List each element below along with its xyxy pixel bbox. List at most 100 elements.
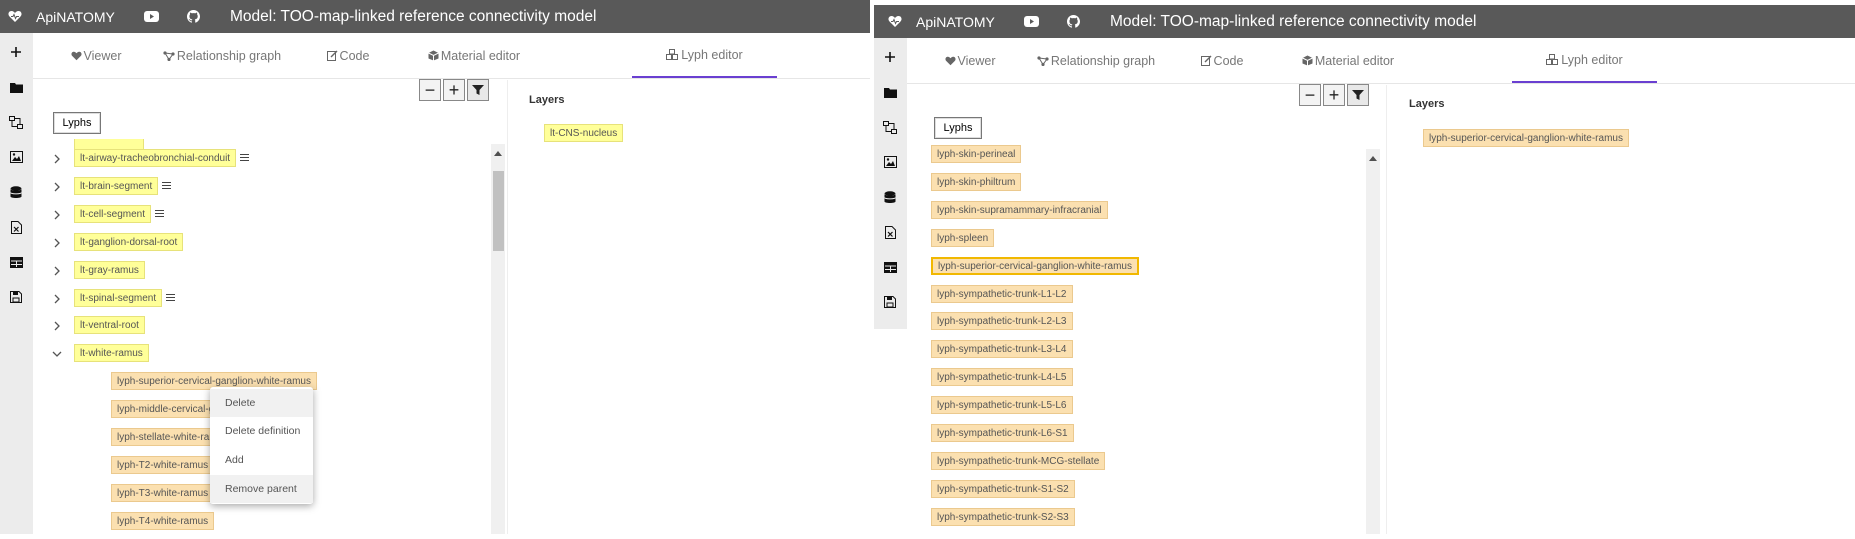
plus-icon[interactable] bbox=[6, 42, 26, 62]
lyph-item[interactable]: lyph-spleen bbox=[931, 228, 995, 247]
save-icon[interactable] bbox=[6, 287, 26, 307]
github-icon[interactable] bbox=[187, 0, 200, 33]
lyphs-button[interactable]: Lyphs bbox=[934, 117, 982, 139]
chevron-right-icon[interactable] bbox=[51, 208, 63, 220]
tree-node[interactable]: lt-ventral-root bbox=[74, 316, 145, 335]
chevron-right-icon[interactable] bbox=[51, 264, 63, 276]
expand-button[interactable]: + bbox=[443, 79, 465, 101]
child-node[interactable]: lyph-T4-white-ramus bbox=[111, 511, 215, 530]
chevron-right-icon[interactable] bbox=[51, 236, 63, 248]
folder-icon[interactable] bbox=[880, 82, 900, 102]
top-bar: ApiNATOMY Model: TOO-map-linked referenc… bbox=[0, 0, 870, 33]
tab-lyph-editor[interactable]: Lyph editor bbox=[632, 33, 777, 78]
layer-chip[interactable]: lyph-superior-cervical-ganglion-white-ra… bbox=[1423, 129, 1629, 147]
save-icon[interactable] bbox=[880, 292, 900, 312]
context-delete[interactable]: Delete bbox=[210, 389, 313, 417]
sidebar bbox=[0, 33, 33, 534]
lyph-item[interactable]: lyph-sympathetic-trunk-L5-L6 bbox=[931, 396, 1073, 415]
tab-relationship-graph[interactable]: Relationship graph bbox=[159, 33, 285, 78]
menu-icon[interactable] bbox=[166, 294, 175, 301]
scroll-up-arrow[interactable] bbox=[1369, 156, 1377, 161]
lyph-item[interactable]: lyph-sympathetic-trunk-L2-L3 bbox=[931, 312, 1073, 331]
tab-material-editor[interactable]: Material editor bbox=[1285, 38, 1411, 83]
tab-bar: Viewer Relationship graph Code Material … bbox=[33, 33, 870, 79]
tab-viewer[interactable]: Viewer bbox=[33, 33, 159, 78]
tab-viewer[interactable]: Viewer bbox=[907, 38, 1033, 83]
excel-icon[interactable] bbox=[6, 217, 26, 237]
model-title: Model: TOO-map-linked reference connecti… bbox=[1110, 12, 1477, 30]
image-icon[interactable] bbox=[880, 152, 900, 172]
menu-icon[interactable] bbox=[162, 182, 171, 189]
list-scrollbar[interactable] bbox=[1366, 149, 1380, 534]
tab-lyph-editor[interactable]: Lyph editor bbox=[1512, 38, 1657, 83]
tab-bar: Viewer Relationship graph Code Material … bbox=[907, 38, 1855, 84]
scroll-up-arrow[interactable] bbox=[494, 151, 502, 156]
tree-node[interactable]: lt-spinal-segment bbox=[74, 288, 163, 307]
database-icon[interactable] bbox=[880, 187, 900, 207]
filter-button[interactable] bbox=[467, 79, 489, 101]
lyph-item[interactable]: lyph-skin-supramammary-infracranial bbox=[931, 200, 1108, 219]
collapse-button[interactable]: − bbox=[1299, 84, 1321, 106]
excel-icon[interactable] bbox=[880, 222, 900, 242]
tab-material-editor[interactable]: Material editor bbox=[411, 33, 537, 78]
table-icon[interactable] bbox=[880, 257, 900, 277]
cubes-icon bbox=[666, 49, 679, 60]
scroll-thumb[interactable] bbox=[493, 171, 504, 251]
collapse-button[interactable]: − bbox=[419, 79, 441, 101]
lyph-item[interactable]: lyph-skin-philtrum bbox=[931, 172, 1022, 191]
layer-chip[interactable]: lt-CNS-nucleus bbox=[544, 124, 624, 142]
lyph-item[interactable]: lyph-superior-cervical-ganglion-white-ra… bbox=[931, 256, 1139, 275]
menu-icon[interactable] bbox=[155, 210, 164, 217]
youtube-icon[interactable] bbox=[144, 0, 159, 33]
plus-icon[interactable] bbox=[880, 47, 900, 67]
tab-relationship-graph[interactable]: Relationship graph bbox=[1033, 38, 1159, 83]
lyph-item[interactable]: lyph-sympathetic-trunk-L6-S1 bbox=[931, 424, 1074, 442]
tree-node[interactable]: lt-brain-segment bbox=[74, 176, 159, 195]
tree-node[interactable]: lt-gray-ramus bbox=[74, 260, 145, 279]
github-icon[interactable] bbox=[1067, 5, 1080, 38]
child-node[interactable]: lyph-T2-white-ramus bbox=[111, 455, 215, 474]
app-name[interactable]: ApiNATOMY bbox=[916, 5, 995, 38]
child-node[interactable]: lyph-T3-white-ramus bbox=[111, 483, 215, 502]
database-icon[interactable] bbox=[6, 182, 26, 202]
youtube-icon[interactable] bbox=[1024, 5, 1039, 38]
layers-label: Layers bbox=[529, 94, 565, 106]
lyph-item[interactable]: lyph-sympathetic-trunk-S2-S3 bbox=[931, 507, 1075, 526]
lyphs-button[interactable]: Lyphs bbox=[53, 112, 101, 134]
tree-node[interactable]: lt-airway-tracheobronchial-conduit bbox=[74, 149, 237, 167]
lyph-item[interactable]: lyph-sympathetic-trunk-S1-S2 bbox=[931, 479, 1075, 498]
image-icon[interactable] bbox=[6, 147, 26, 167]
tab-code[interactable]: Code bbox=[285, 33, 411, 78]
tree-node[interactable]: lt-ganglion-dorsal-root bbox=[74, 232, 184, 251]
context-add[interactable]: Add bbox=[210, 446, 313, 474]
menu-icon[interactable] bbox=[240, 154, 249, 161]
lyph-item[interactable]: lyph-sympathetic-trunk-L4-L5 bbox=[931, 368, 1073, 387]
lyph-item[interactable]: lyph-sympathetic-trunk-MCG-stellate bbox=[931, 451, 1106, 470]
tree-node[interactable]: lt-cell-segment bbox=[74, 204, 152, 223]
context-delete-definition[interactable]: Delete definition bbox=[210, 417, 313, 445]
chevron-right-icon[interactable] bbox=[51, 319, 63, 331]
table-icon[interactable] bbox=[6, 252, 26, 272]
lyph-item[interactable]: lyph-sympathetic-trunk-L1-L2 bbox=[931, 284, 1073, 303]
tab-label: Code bbox=[339, 48, 370, 63]
lyph-list: lyph-skin-perineal lyph-skin-philtrum lyph… bbox=[924, 145, 1364, 534]
merge-icon[interactable] bbox=[6, 112, 26, 132]
filter-button[interactable] bbox=[1347, 84, 1369, 106]
edit-icon bbox=[1200, 55, 1212, 66]
context-remove-parent[interactable]: Remove parent bbox=[210, 475, 313, 503]
tab-label: Lyph editor bbox=[681, 47, 743, 62]
folder-icon[interactable] bbox=[6, 77, 26, 97]
chevron-down-icon[interactable] bbox=[51, 347, 63, 359]
tab-label: Lyph editor bbox=[1561, 52, 1623, 67]
app-name[interactable]: ApiNATOMY bbox=[36, 0, 115, 33]
lyph-item[interactable]: lyph-sympathetic-trunk-L3-L4 bbox=[931, 340, 1073, 359]
chevron-right-icon[interactable] bbox=[51, 152, 63, 164]
tab-code[interactable]: Code bbox=[1159, 38, 1285, 83]
merge-icon[interactable] bbox=[880, 117, 900, 137]
expand-button[interactable]: + bbox=[1323, 84, 1345, 106]
chevron-right-icon[interactable] bbox=[51, 180, 63, 192]
heart-icon bbox=[944, 56, 956, 65]
lyph-item[interactable]: lyph-skin-perineal bbox=[931, 145, 1022, 163]
tree-node[interactable]: lt-white-ramus bbox=[74, 344, 149, 363]
chevron-right-icon[interactable] bbox=[51, 292, 63, 304]
